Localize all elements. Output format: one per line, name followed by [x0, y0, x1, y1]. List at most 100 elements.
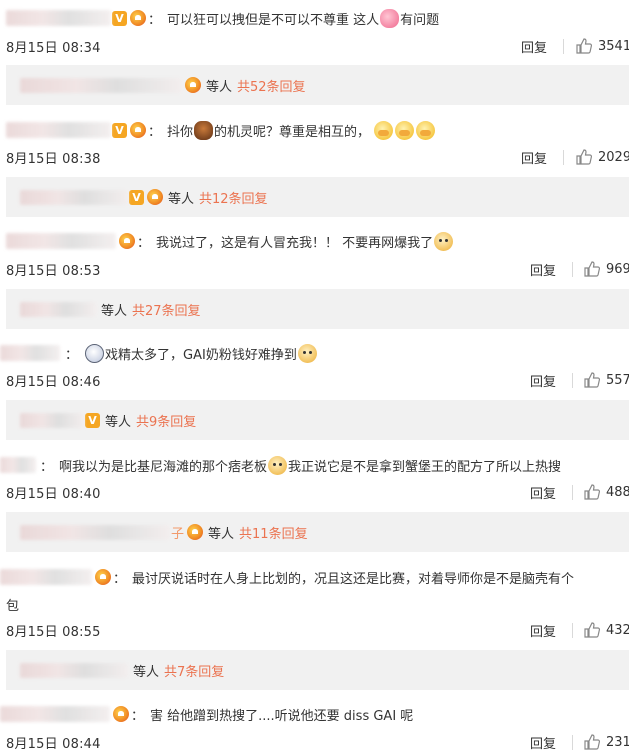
like-count: 488	[606, 484, 629, 500]
username-blurred[interactable]	[0, 345, 60, 361]
colon: ：	[65, 347, 79, 363]
sub-replies-box[interactable]: V 等人 共9条回复	[6, 400, 629, 440]
sub-replies-box[interactable]: 等人 共52条回复	[6, 65, 629, 105]
comment-body: V ： 抖你 的机灵呢？尊重是相互的，	[0, 118, 436, 142]
thumbs-up-icon	[576, 38, 593, 54]
colon: ：	[148, 12, 162, 28]
sub-username-fragment: 子	[171, 526, 185, 542]
comment-text-cont: 的机灵呢？尊重是相互的，	[214, 124, 371, 140]
like-button[interactable]: 231	[583, 733, 629, 751]
comment-meta: 8月15日 08:44 回复 231	[0, 733, 629, 753]
like-button[interactable]: 2029	[575, 148, 629, 166]
divider	[572, 262, 573, 277]
like-count: 432	[606, 622, 629, 638]
reply-button[interactable]: 回复	[530, 733, 556, 752]
sub-replies-box[interactable]: 子 等人 共11条回复	[6, 512, 629, 552]
colon: ：	[40, 459, 54, 475]
divider	[572, 485, 573, 500]
horse-emoji-icon	[194, 120, 214, 140]
sub-total-link[interactable]: 共7条回复	[164, 661, 224, 680]
like-count: 969	[606, 261, 629, 277]
username-blurred[interactable]	[6, 10, 111, 26]
sub-username-blurred[interactable]	[20, 77, 182, 93]
comment-body: ： 害 给他蹭到热搜了....听说他还要 diss GAI 呢	[0, 702, 413, 726]
like-count: 2029	[598, 149, 629, 165]
username-blurred[interactable]	[6, 233, 116, 249]
reply-button[interactable]: 回复	[521, 148, 547, 167]
thumbs-up-icon	[584, 261, 601, 277]
comment-time: 8月15日 08:46	[6, 375, 101, 390]
sub-username-blurred[interactable]	[20, 301, 96, 317]
username-blurred[interactable]	[0, 706, 110, 722]
sub-total-link[interactable]: 共12条回复	[199, 188, 268, 207]
vip-badge-icon	[130, 122, 146, 138]
doge-emoji-icon	[434, 231, 454, 251]
comment-text-cont: 有问题	[400, 12, 440, 28]
sub-etc-text: 等人	[101, 303, 128, 319]
verified-badge-icon: V	[85, 412, 100, 428]
brain-emoji-icon	[380, 8, 400, 28]
comment-meta: 8月15日 08:55 回复 432	[0, 621, 629, 641]
sub-username-blurred[interactable]	[20, 662, 128, 678]
like-count: 231	[606, 734, 629, 750]
comment-time: 8月15日 08:55	[6, 625, 101, 640]
sub-etc-text: 等人	[133, 664, 160, 680]
comment-body: ： 最讨厌说话时在人身上比划的，况且这还是比赛，对着导师你是不是脑壳有个	[0, 565, 574, 589]
like-count: 557	[606, 372, 629, 388]
like-button[interactable]: 488	[583, 483, 629, 501]
sub-total-link[interactable]: 共27条回复	[132, 300, 201, 319]
comment-time: 8月15日 08:38	[6, 152, 101, 167]
sub-username-blurred[interactable]	[20, 412, 84, 428]
thumbs-up-icon	[576, 149, 593, 165]
vip-badge-icon	[113, 706, 129, 722]
thumbs-up-icon	[584, 734, 601, 750]
facepalm-emoji-icon	[395, 120, 415, 140]
comment-text: 可以狂可以拽但是不可以不尊重 这人	[167, 12, 380, 28]
sub-replies-box[interactable]: 等人 共27条回复	[6, 289, 629, 329]
like-button[interactable]: 432	[583, 621, 629, 639]
comment-meta: 8月15日 08:46 回复 557	[0, 371, 629, 391]
sub-total-link[interactable]: 共52条回复	[237, 76, 306, 95]
verified-badge-icon: V	[112, 10, 127, 26]
reply-button[interactable]: 回复	[530, 621, 556, 640]
sub-etc-text: 等人	[168, 191, 195, 207]
like-button[interactable]: 969	[583, 260, 629, 278]
reply-button[interactable]: 回复	[530, 371, 556, 390]
like-button[interactable]: 557	[583, 371, 629, 389]
comment-text: 抖你	[167, 124, 194, 140]
like-button[interactable]: 3541	[575, 37, 629, 55]
colon: ：	[148, 124, 162, 140]
comment-meta: 8月15日 08:34 回复 3541	[0, 37, 629, 57]
reply-button[interactable]: 回复	[521, 37, 547, 56]
sub-username-blurred[interactable]	[20, 524, 170, 540]
doge-emoji-icon	[297, 343, 317, 363]
vip-badge-icon	[95, 569, 111, 585]
reply-button[interactable]: 回复	[530, 260, 556, 279]
facepalm-emoji-icon	[374, 120, 394, 140]
comment-body: ： 戏精太多了，GAI奶粉钱好难挣到	[0, 341, 318, 365]
divider	[572, 623, 573, 638]
doge-emoji-icon	[268, 455, 288, 475]
divider	[572, 373, 573, 388]
divider	[572, 735, 573, 750]
verified-badge-icon: V	[129, 189, 144, 205]
reply-button[interactable]: 回复	[530, 483, 556, 502]
comment-body-line2: 包	[0, 592, 19, 616]
username-blurred[interactable]	[0, 457, 36, 473]
username-blurred[interactable]	[6, 122, 111, 138]
divider	[563, 39, 564, 54]
username-blurred[interactable]	[0, 569, 92, 585]
comment-time: 8月15日 08:34	[6, 41, 101, 56]
sub-replies-box[interactable]: V 等人 共12条回复	[6, 177, 629, 217]
sub-replies-box[interactable]: 等人 共7条回复	[6, 650, 629, 690]
comment-text: 最讨厌说话时在人身上比划的，况且这还是比赛，对着导师你是不是脑壳有个	[132, 571, 575, 587]
thumbs-up-icon	[584, 484, 601, 500]
sub-etc-text: 等人	[208, 526, 235, 542]
dizzy-emoji-icon	[85, 343, 105, 363]
comment-text: 害 给他蹭到热搜了....听说他还要 diss GAI 呢	[150, 708, 414, 724]
comment-body: ： 我说过了，这是有人冒充我！！ 不要再网爆我了	[0, 229, 454, 253]
sub-total-link[interactable]: 共9条回复	[136, 411, 196, 430]
sub-total-link[interactable]: 共11条回复	[239, 523, 308, 542]
vip-badge-icon	[119, 233, 135, 249]
sub-username-blurred[interactable]	[20, 189, 128, 205]
